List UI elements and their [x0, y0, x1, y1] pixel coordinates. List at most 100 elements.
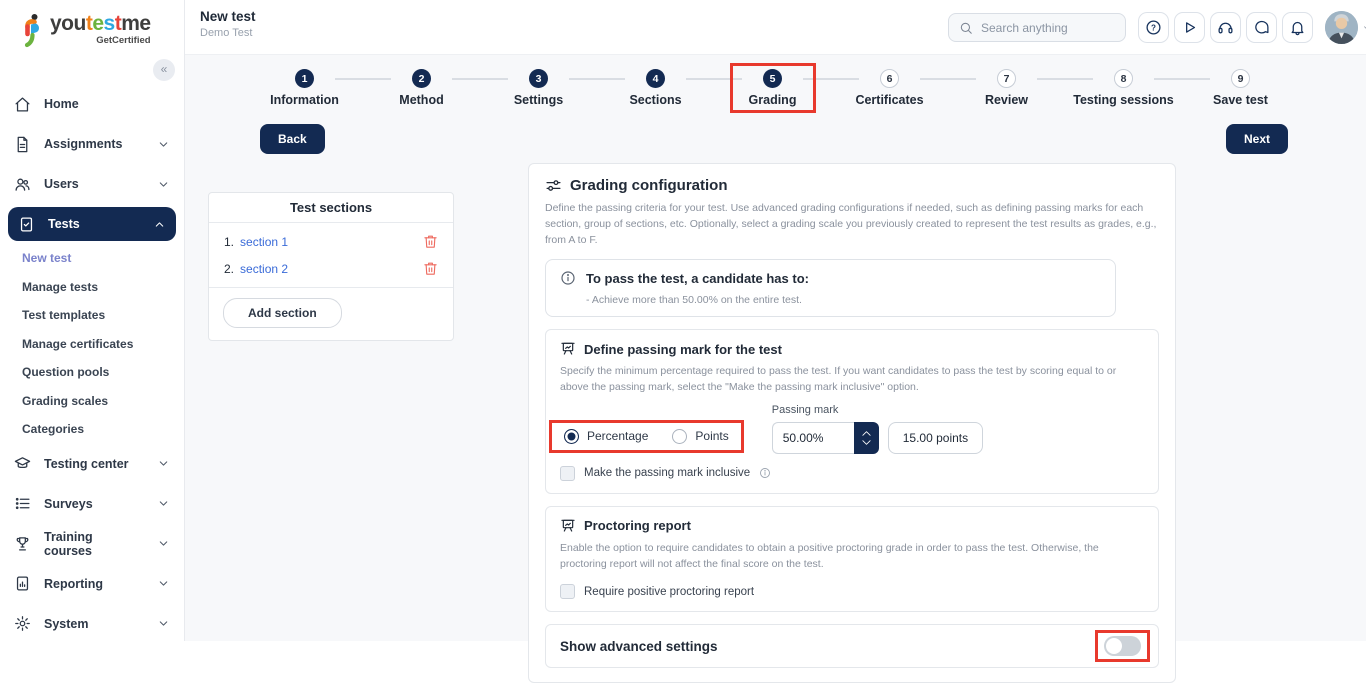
avatar[interactable] — [1325, 11, 1358, 44]
sidebar-item-testing-center[interactable]: Testing center — [0, 444, 184, 484]
card-description: Enable the option to require candidates … — [560, 541, 1144, 573]
card-description: Specify the minimum percentage required … — [560, 364, 1144, 396]
page-subtitle: Demo Test — [200, 27, 256, 39]
points-equivalent-display: 15.00 points — [888, 422, 983, 454]
passing-mark-input-group: Passing mark 15.00 points — [772, 404, 983, 454]
radio-selected-icon[interactable] — [564, 429, 579, 444]
sidebar-subitem-question-pools[interactable]: Question pools — [0, 358, 184, 387]
sidebar-item-surveys[interactable]: Surveys — [0, 484, 184, 524]
info-box-title: To pass the test, a candidate has to: — [586, 271, 809, 286]
inclusive-checkbox-label: Make the passing mark inclusive — [584, 467, 750, 479]
radio-points[interactable]: Points — [672, 429, 728, 444]
step-review[interactable]: 7 Review — [948, 55, 1065, 107]
sidebar-subitem-new-test[interactable]: New test — [0, 244, 184, 273]
grading-configuration-header: Grading configuration — [545, 177, 1159, 194]
logo-wordmark: youtestme GetCertified — [50, 13, 151, 46]
test-sections-title: Test sections — [209, 193, 453, 223]
step-sections[interactable]: 4 Sections — [597, 55, 714, 107]
radio-unselected-icon[interactable] — [672, 429, 687, 444]
reporting-icon — [14, 575, 31, 592]
annotation-box-radio-group: Percentage Points — [549, 420, 744, 453]
chevron-up-icon — [861, 430, 872, 437]
passing-mark-input[interactable] — [772, 422, 854, 454]
user-menu[interactable] — [1325, 11, 1366, 44]
panel-title: Grading configuration — [570, 177, 728, 194]
step-grading[interactable]: 5 Grading — [714, 55, 831, 107]
logo-subtitle: GetCertified — [50, 36, 151, 46]
sidebar-collapse-button[interactable]: « — [153, 59, 175, 81]
logo-mark-icon — [20, 13, 46, 49]
board-icon — [560, 341, 576, 357]
sliders-icon — [545, 177, 562, 194]
advanced-settings-label: Show advanced settings — [560, 639, 718, 654]
chevron-down-icon — [157, 138, 170, 151]
grading-configuration-panel: Grading configuration Define the passing… — [528, 163, 1176, 683]
chevron-down-icon — [157, 537, 170, 550]
home-icon — [14, 96, 31, 113]
surveys-icon — [14, 495, 31, 512]
advanced-settings-toggle[interactable] — [1104, 636, 1141, 656]
training-courses-icon — [14, 535, 31, 552]
back-button[interactable]: Back — [260, 124, 325, 154]
section-2-link[interactable]: section 2 — [240, 262, 288, 276]
step-certificates[interactable]: 6 Certificates — [831, 55, 948, 107]
proctoring-checkbox-row: Require positive proctoring report — [560, 584, 1144, 599]
help-button[interactable]: ? — [1138, 12, 1169, 43]
main-content: 1 Information 2 Method 3 Settings 4 Sect… — [185, 55, 1366, 641]
sidebar-item-home[interactable]: Home — [0, 84, 184, 124]
sidebar-menu: Home Assignments Users Tests New test Ma… — [0, 84, 184, 644]
sidebar-item-training-courses[interactable]: Training courses — [0, 524, 184, 564]
step-save-test[interactable]: 9 Save test — [1182, 55, 1299, 107]
sidebar-subitem-test-templates[interactable]: Test templates — [0, 301, 184, 330]
chevron-down-icon — [157, 178, 170, 191]
info-icon[interactable] — [759, 467, 771, 479]
add-section-button[interactable]: Add section — [223, 298, 342, 328]
top-bar: New test Demo Test ? — [185, 0, 1366, 55]
headset-support-button[interactable] — [1210, 12, 1241, 43]
test-sections-panel: Test sections 1. section 1 2. section 2 … — [208, 192, 454, 341]
delete-section-icon[interactable] — [423, 234, 438, 249]
sidebar-item-tests[interactable]: Tests — [8, 207, 176, 241]
search-icon — [959, 21, 973, 35]
radio-percentage[interactable]: Percentage — [564, 429, 648, 444]
sidebar-subitem-manage-tests[interactable]: Manage tests — [0, 273, 184, 302]
step-testing-sessions[interactable]: 8 Testing sessions — [1065, 55, 1182, 107]
sidebar-item-users[interactable]: Users — [0, 164, 184, 204]
section-1-link[interactable]: section 1 — [240, 235, 288, 249]
inclusive-checkbox[interactable] — [560, 466, 575, 481]
inclusive-checkbox-row: Make the passing mark inclusive — [560, 466, 1144, 481]
assignments-icon — [14, 136, 31, 153]
proctoring-checkbox[interactable] — [560, 584, 575, 599]
sidebar-item-system[interactable]: System — [0, 604, 184, 644]
global-search[interactable] — [948, 13, 1126, 42]
annotation-box-toggle — [1095, 630, 1150, 662]
table-row: 2. section 2 — [209, 255, 453, 282]
chevron-down-icon — [1362, 23, 1366, 33]
spinner-buttons[interactable] — [854, 422, 879, 454]
delete-section-icon[interactable] — [423, 261, 438, 276]
proctoring-report-card: Proctoring report Enable the option to r… — [545, 506, 1159, 613]
notifications-bell-button[interactable] — [1282, 12, 1313, 43]
sidebar-subitem-manage-certificates[interactable]: Manage certificates — [0, 330, 184, 359]
test-sections-list: 1. section 1 2. section 2 — [209, 223, 453, 288]
wizard-stepper: 1 Information 2 Method 3 Settings 4 Sect… — [246, 55, 1299, 107]
next-button[interactable]: Next — [1226, 124, 1288, 154]
proctoring-checkbox-label: Require positive proctoring report — [584, 586, 754, 598]
passing-mark-label: Passing mark — [772, 404, 983, 416]
chevron-down-icon — [157, 617, 170, 630]
step-settings[interactable]: 3 Settings — [480, 55, 597, 107]
sidebar-item-assignments[interactable]: Assignments — [0, 124, 184, 164]
step-method[interactable]: 2 Method — [363, 55, 480, 107]
chevron-up-icon — [153, 218, 166, 231]
play-tutorial-button[interactable] — [1174, 12, 1205, 43]
testing-center-icon — [14, 455, 31, 472]
page-title-block: New test Demo Test — [200, 9, 256, 39]
sidebar-item-reporting[interactable]: Reporting — [0, 564, 184, 604]
page-title: New test — [200, 9, 256, 24]
app-logo: youtestme GetCertified — [20, 13, 151, 49]
sidebar-subitem-grading-scales[interactable]: Grading scales — [0, 387, 184, 416]
chat-button[interactable] — [1246, 12, 1277, 43]
search-input[interactable] — [981, 21, 1115, 35]
sidebar-subitem-categories[interactable]: Categories — [0, 415, 184, 444]
step-information[interactable]: 1 Information — [246, 55, 363, 107]
